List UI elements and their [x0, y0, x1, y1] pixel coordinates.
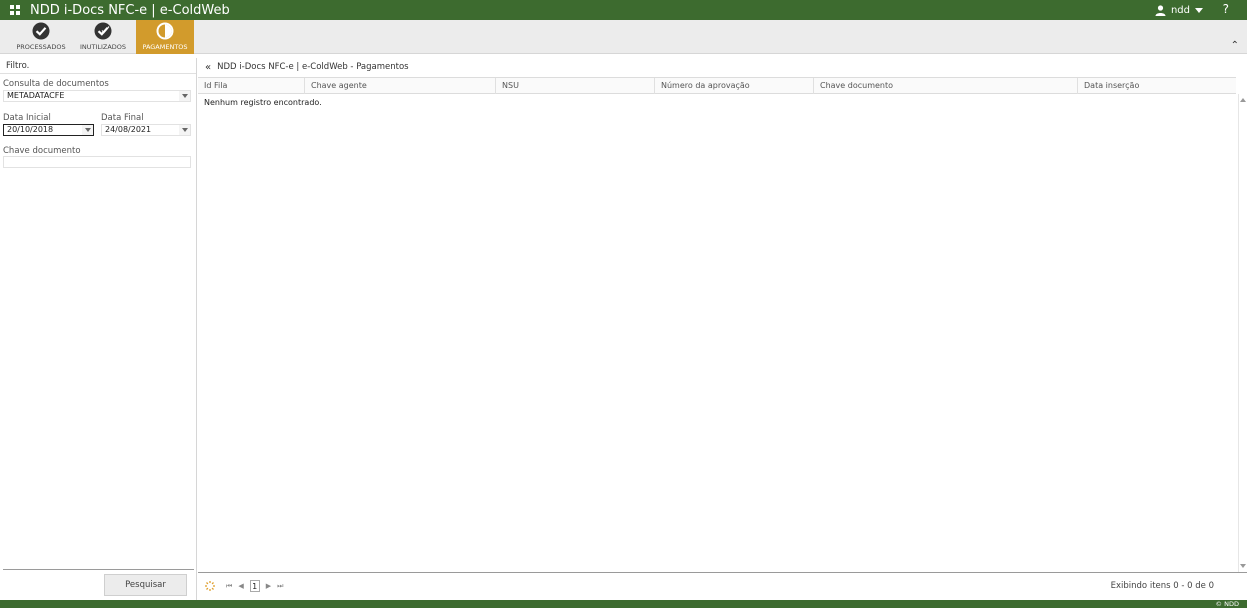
pager: ⏮ ◀ 1 ▶ ⏭ Exibindo itens 0 - 0 de 0 — [198, 576, 1247, 596]
consulta-select[interactable]: METADATACFE — [3, 90, 191, 102]
collapse-ribbon-icon[interactable]: ⌃ — [1231, 40, 1239, 51]
user-menu[interactable]: ndd — [1155, 0, 1203, 20]
scroll-down-icon[interactable] — [1240, 564, 1246, 568]
app-title: NDD i-Docs NFC-e | e-ColdWeb — [30, 2, 230, 18]
scroll-up-icon[interactable] — [1240, 98, 1246, 102]
consulta-value: METADATACFE — [7, 91, 65, 100]
tab-label: PAGAMENTOS — [142, 43, 188, 51]
next-page-icon[interactable]: ▶ — [266, 582, 271, 590]
tab-label: PROCESSADOS — [16, 43, 66, 51]
consulta-label: Consulta de documentos — [3, 79, 109, 89]
divider — [3, 569, 194, 570]
tab-label: INUTILIZADOS — [79, 43, 127, 51]
breadcrumb-text: NDD i-Docs NFC-e | e-ColdWeb - Pagamento… — [217, 62, 409, 72]
tab-inutilizados[interactable]: INUTILIZADOS — [74, 20, 132, 54]
column-header-chave-agente[interactable]: Chave agente — [304, 78, 495, 94]
half-circle-icon — [156, 22, 174, 40]
search-button[interactable]: Pesquisar — [104, 574, 187, 596]
collapse-panel-icon[interactable]: « — [205, 62, 211, 73]
user-name: ndd — [1170, 4, 1190, 16]
data-final-label: Data Final — [101, 113, 144, 123]
column-header-data-insercao[interactable]: Data inserção — [1077, 78, 1236, 94]
check-circle-icon — [94, 22, 112, 40]
data-inicial-input[interactable]: 20/10/2018 — [3, 124, 94, 136]
apps-grid-icon[interactable] — [10, 5, 20, 15]
chave-label: Chave documento — [3, 146, 81, 156]
data-inicial-label: Data Inicial — [3, 113, 51, 123]
title-bar: NDD i-Docs NFC-e | e-ColdWeb ndd ? — [0, 0, 1247, 20]
chevron-down-icon — [1195, 7, 1203, 13]
breadcrumb: « NDD i-Docs NFC-e | e-ColdWeb - Pagamen… — [198, 58, 1247, 76]
main-content: « NDD i-Docs NFC-e | e-ColdWeb - Pagamen… — [198, 58, 1247, 600]
check-circle-icon — [32, 22, 50, 40]
chevron-down-icon[interactable] — [179, 91, 190, 101]
filter-panel: Filtro. Consulta de documentos METADATAC… — [0, 58, 197, 600]
column-header-nsu[interactable]: NSU — [495, 78, 654, 94]
last-page-icon[interactable]: ⏭ — [277, 582, 283, 591]
chave-documento-input[interactable] — [3, 156, 191, 168]
tab-processados[interactable]: PROCESSADOS — [12, 20, 70, 54]
filter-heading: Filtro. — [0, 58, 196, 74]
data-final-input[interactable]: 24/08/2021 — [101, 124, 191, 136]
column-header-numero-aprovacao[interactable]: Número da aprovação — [654, 78, 813, 94]
vertical-scrollbar[interactable] — [1238, 94, 1247, 572]
grid-header: Id Fila Chave agente NSU Número da aprov… — [198, 77, 1236, 94]
calendar-dropdown-icon[interactable] — [179, 125, 190, 135]
divider — [198, 572, 1247, 573]
calendar-dropdown-icon[interactable] — [82, 125, 93, 135]
prev-page-icon[interactable]: ◀ — [238, 582, 243, 590]
current-page[interactable]: 1 — [249, 580, 260, 592]
ribbon-toolbar: PROCESSADOS INUTILIZADOS PAGAMENTOS ⌃ — [0, 20, 1247, 54]
column-header-id-fila[interactable]: Id Fila — [198, 78, 304, 94]
user-icon — [1155, 4, 1166, 16]
pager-info: Exibindo itens 0 - 0 de 0 — [1110, 581, 1214, 591]
data-final-value: 24/08/2021 — [105, 125, 152, 134]
footer: © NDD — [0, 600, 1247, 608]
empty-grid-message: Nenhum registro encontrado. — [204, 98, 322, 107]
first-page-icon[interactable]: ⏮ — [226, 582, 232, 591]
help-button[interactable]: ? — [1223, 2, 1229, 16]
tab-pagamentos[interactable]: PAGAMENTOS — [136, 20, 194, 54]
data-inicial-value: 20/10/2018 — [7, 125, 54, 134]
refresh-icon[interactable] — [204, 580, 216, 592]
column-header-chave-documento[interactable]: Chave documento — [813, 78, 1077, 94]
